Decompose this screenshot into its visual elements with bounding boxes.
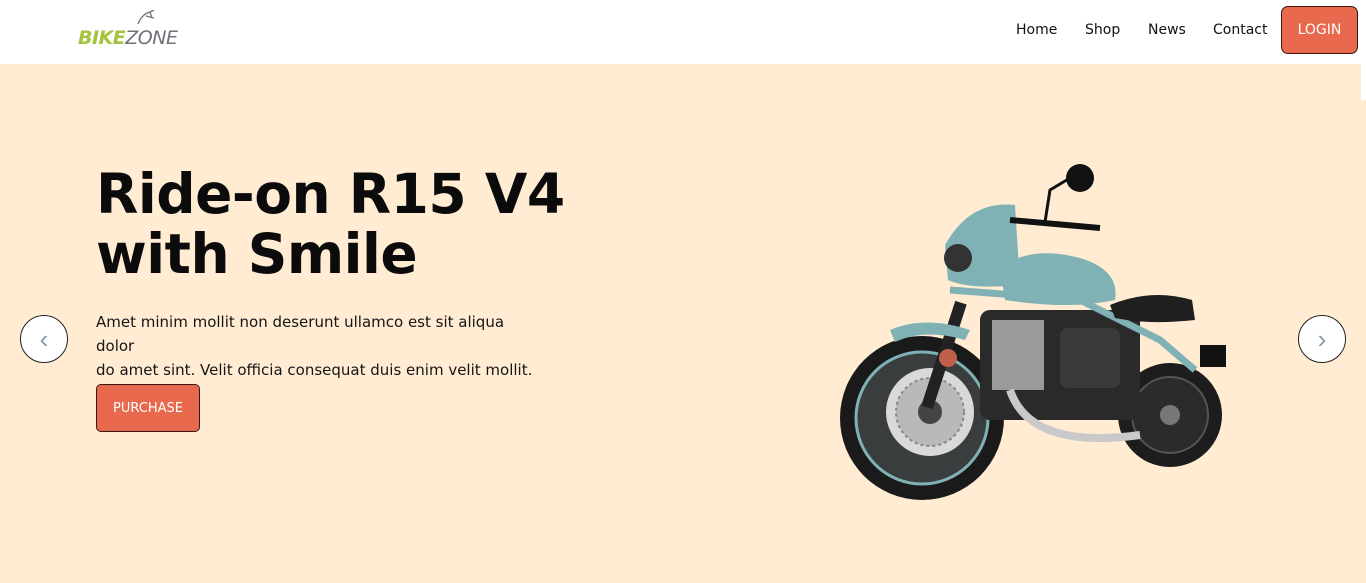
- hero-title-line2: with Smile: [96, 222, 418, 286]
- chevron-left-icon: ‹: [39, 323, 49, 354]
- hero-description-line2: do amet sint. Velit officia consequat du…: [96, 361, 533, 379]
- hero-title: Ride-on R15 V4 with Smile: [96, 164, 566, 284]
- chevron-right-icon: ›: [1317, 323, 1327, 354]
- scrollbar-thumb[interactable]: [1361, 64, 1366, 100]
- nav-news[interactable]: News: [1148, 22, 1186, 38]
- navbar: BIKEZONE Home Shop News Contact LOGIN: [0, 0, 1366, 64]
- carousel-prev-button[interactable]: ‹: [20, 315, 68, 363]
- carousel-next-button[interactable]: ›: [1298, 315, 1346, 363]
- hero-description-line1: Amet minim mollit non deserunt ullamco e…: [96, 313, 505, 355]
- main-nav: Home Shop News Contact: [0, 22, 1366, 42]
- nav-contact[interactable]: Contact: [1213, 22, 1267, 38]
- nav-shop[interactable]: Shop: [1085, 22, 1120, 38]
- motorcycle-image: [840, 164, 1226, 500]
- hero-description: Amet minim mollit non deserunt ullamco e…: [96, 310, 546, 382]
- purchase-button[interactable]: PURCHASE: [96, 384, 200, 432]
- nav-home[interactable]: Home: [1016, 22, 1057, 38]
- login-button[interactable]: LOGIN: [1281, 6, 1358, 54]
- hero-title-line1: Ride-on R15 V4: [96, 162, 565, 226]
